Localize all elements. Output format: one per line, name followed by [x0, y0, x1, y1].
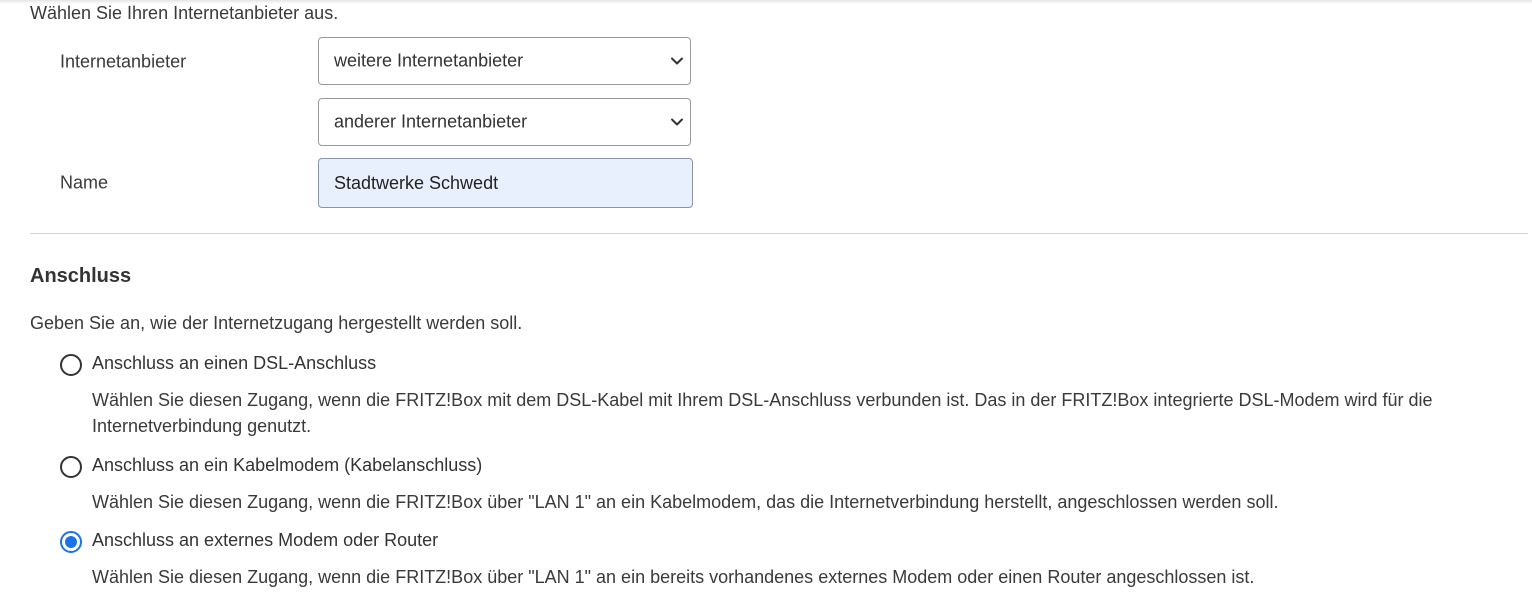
- radio-option-dsl: Anschluss an einen DSL-Anschluss Wählen …: [60, 353, 1510, 439]
- radio-dsl-help: Wählen Sie diesen Zugang, wenn die FRITZ…: [92, 390, 1433, 436]
- radio-checked-icon[interactable]: [60, 531, 82, 553]
- provider-sub-row: anderer Internetanbieter: [60, 98, 700, 148]
- name-label: Name: [60, 172, 109, 193]
- radio-external-router[interactable]: Anschluss an externes Modem oder Router: [60, 530, 1510, 556]
- provider-group-select[interactable]: weitere Internetanbieter: [318, 37, 691, 85]
- anschluss-title: Anschluss: [30, 265, 132, 287]
- provider-group-select-value: weitere Internetanbieter: [334, 50, 524, 71]
- radio-option-external-router: Anschluss an externes Modem oder Router …: [60, 530, 1510, 590]
- radio-external-router-help: Wählen Sie diesen Zugang, wenn die FRITZ…: [92, 567, 1255, 587]
- name-row: Name: [60, 158, 700, 208]
- radio-dsl-label[interactable]: Anschluss an einen DSL-Anschluss: [92, 353, 376, 374]
- anschluss-description: Geben Sie an, wie der Internetzugang her…: [30, 313, 523, 333]
- radio-dsl[interactable]: Anschluss an einen DSL-Anschluss: [60, 353, 1510, 379]
- radio-cable-label[interactable]: Anschluss an ein Kabelmodem (Kabelanschl…: [92, 455, 482, 476]
- section-divider: [30, 233, 1528, 234]
- radio-cable-help: Wählen Sie diesen Zugang, wenn die FRITZ…: [92, 492, 1279, 512]
- chevron-down-icon: [671, 118, 683, 126]
- intro-text: Wählen Sie Ihren Internetanbieter aus.: [30, 3, 339, 23]
- radio-external-router-label[interactable]: Anschluss an externes Modem oder Router: [92, 530, 438, 551]
- chevron-down-icon: [671, 57, 683, 65]
- radio-option-cable: Anschluss an ein Kabelmodem (Kabelanschl…: [60, 455, 1510, 515]
- radio-unchecked-icon[interactable]: [60, 354, 82, 376]
- provider-row: Internetanbieter weitere Internetanbiete…: [60, 37, 700, 87]
- provider-name-input[interactable]: [318, 158, 693, 208]
- provider-select[interactable]: anderer Internetanbieter: [318, 98, 691, 146]
- radio-cable[interactable]: Anschluss an ein Kabelmodem (Kabelanschl…: [60, 455, 1510, 481]
- provider-settings-page: Wählen Sie Ihren Internetanbieter aus. I…: [0, 0, 1532, 592]
- provider-label: Internetanbieter: [60, 51, 187, 72]
- provider-select-value: anderer Internetanbieter: [334, 111, 528, 132]
- radio-unchecked-icon[interactable]: [60, 456, 82, 478]
